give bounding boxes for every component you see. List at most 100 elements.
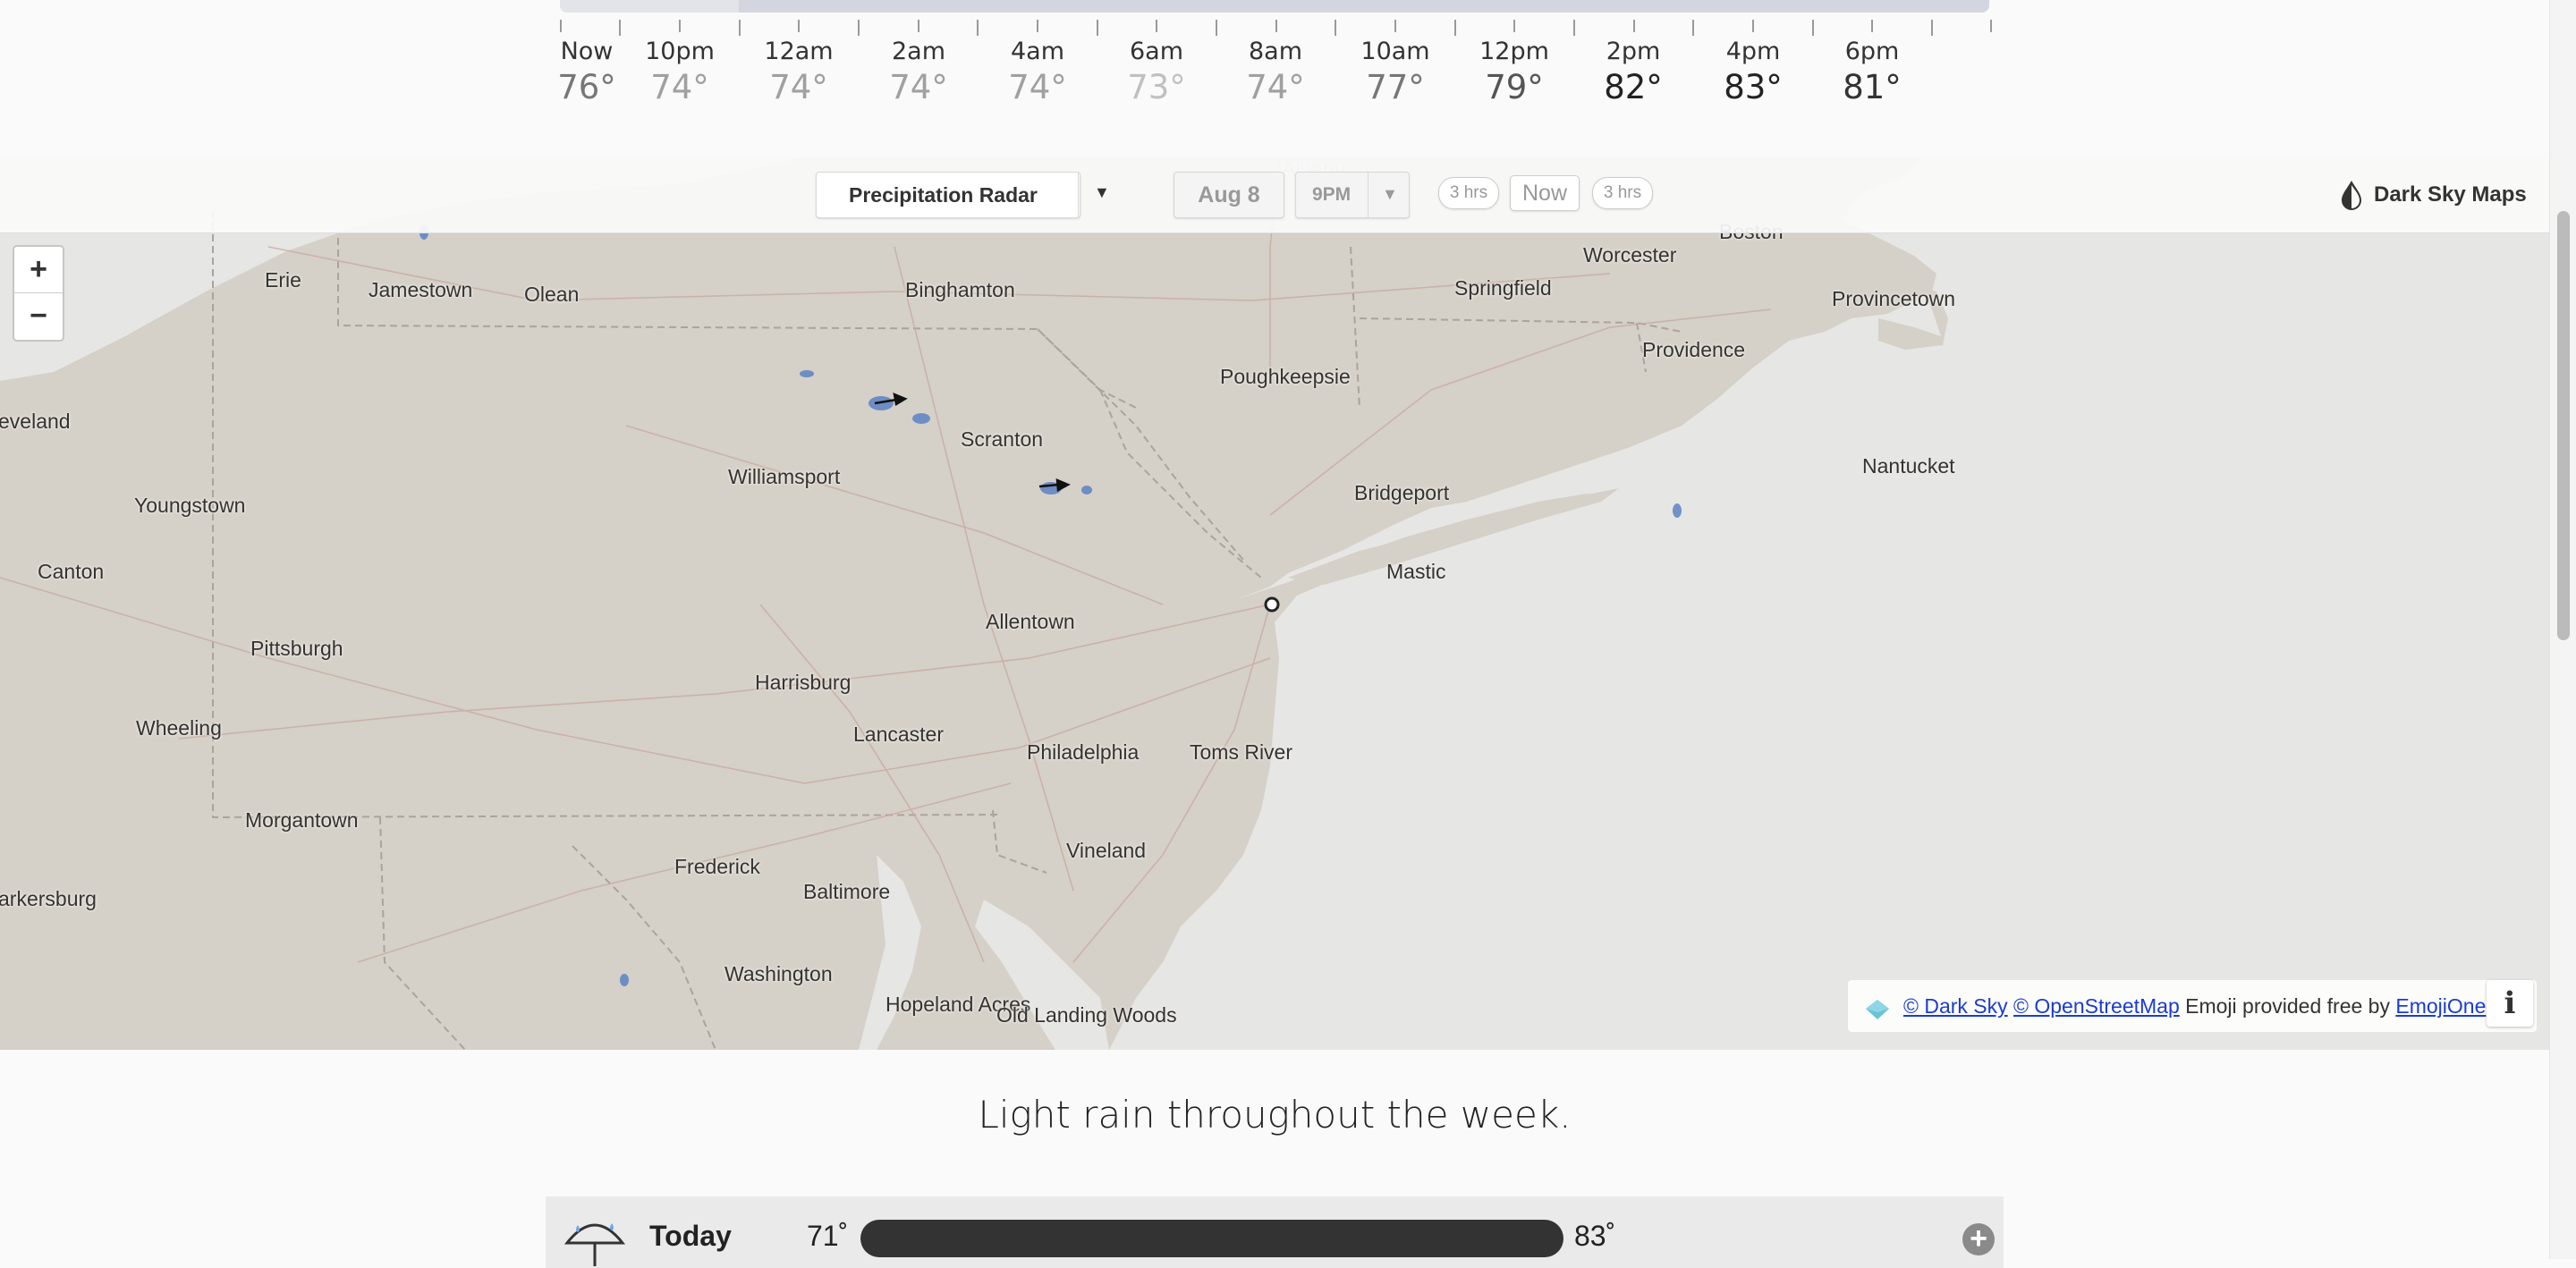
day-high-temp: 83˚ — [1574, 1220, 1616, 1252]
timeline-tick — [619, 20, 621, 36]
hour-temperature: 74° — [769, 68, 828, 106]
timeline-tick — [918, 20, 919, 32]
city-label: Pittsburgh — [250, 637, 343, 660]
scrollbar-thumb[interactable] — [2557, 211, 2570, 640]
hour-temperature: 74° — [889, 68, 948, 106]
timeline-tick — [1097, 20, 1098, 36]
timeline-tick — [1513, 20, 1515, 32]
hour-label: 10am — [1360, 38, 1430, 65]
date-button[interactable]: Aug 8 — [1174, 172, 1284, 218]
hour-temperature: 74° — [1008, 68, 1067, 106]
layer-select-divider — [1078, 173, 1079, 217]
map-toolbar: Precipitation Radar ▼ Aug 8 9PM ▼ 3 hrs … — [0, 157, 2576, 233]
layer-select[interactable]: Precipitation Radar ▼ — [816, 172, 1110, 218]
timeline-tick — [1931, 20, 1933, 36]
hour-label: 2am — [891, 38, 946, 65]
layer-select-label: Precipitation Radar — [849, 183, 1038, 207]
hour-column: 10am 77° — [1333, 36, 1458, 107]
timeline-tick — [1573, 20, 1575, 36]
hour-label: 4am — [1010, 38, 1065, 65]
timeline-tick — [679, 20, 681, 32]
openstreetmap-link[interactable]: © OpenStreetMap — [2013, 994, 2180, 1018]
timeline-tick — [977, 20, 979, 36]
timeline-tick — [1990, 20, 1992, 32]
timeline-tick — [1394, 20, 1396, 32]
city-label: Lancaster — [853, 723, 945, 746]
timeline-tick — [739, 20, 741, 36]
hour-temperature: 77° — [1366, 68, 1425, 106]
timeline-tick — [1692, 20, 1694, 36]
step-back-button[interactable]: 3 hrs — [1438, 177, 1499, 209]
hour-label: 6pm — [1844, 38, 1900, 65]
city-label: Providence — [1642, 338, 1746, 361]
city-label: Youngstown — [134, 494, 246, 517]
hour-temperature: 81° — [1843, 68, 1902, 106]
brand-label: Dark Sky Maps — [2374, 182, 2527, 207]
expand-plus-icon[interactable]: + — [1962, 1223, 1995, 1255]
rain-umbrella-icon — [564, 1223, 626, 1266]
dropdown-arrow-icon[interactable]: ▼ — [1094, 183, 1110, 202]
timeline-tick — [1216, 20, 1217, 36]
city-label: Jamestown — [369, 278, 473, 301]
hour-label: 12am — [764, 38, 834, 65]
emojione-link[interactable]: EmojiOne — [2395, 994, 2486, 1018]
attribution-text: © Dark Sky © OpenStreetMap Emoji provide… — [1903, 994, 2486, 1019]
timeline-tick — [1812, 20, 1814, 36]
city-label: Bridgeport — [1354, 481, 1450, 504]
layers-icon — [1866, 1000, 1889, 1019]
day-name: Today — [649, 1220, 732, 1252]
time-select[interactable]: 9PM ▼ — [1295, 172, 1410, 218]
step-forward-button[interactable]: 3 hrs — [1592, 177, 1653, 209]
city-label: Mastic — [1386, 560, 1446, 583]
dark-sky-maps-link[interactable]: Dark Sky Maps — [2340, 177, 2527, 213]
zoom-out-button[interactable]: − — [14, 293, 63, 339]
hour-temperature: 74° — [1246, 68, 1305, 106]
dropdown-arrow-icon[interactable]: ▼ — [1382, 185, 1398, 204]
hour-temperature: 73° — [1127, 68, 1186, 106]
timeline-tick — [1633, 20, 1635, 32]
timeline-tick — [1752, 20, 1754, 32]
location-marker — [1264, 596, 1280, 613]
hourly-timeline: Now 76° 10pm 74° 12am 74° 2am 74° 4am 74° 6am 73° 8a… — [0, 0, 2576, 157]
timeline-tick — [858, 20, 860, 36]
temperature-range-bar — [860, 1220, 1563, 1257]
timeline-tick — [1156, 20, 1157, 32]
city-label: Old Landing Woods — [996, 1003, 1177, 1027]
dark-sky-link[interactable]: © Dark Sky — [1903, 994, 2008, 1018]
week-summary: Light rain throughout the week. — [978, 1093, 1572, 1137]
timeline-ticks — [560, 20, 1992, 36]
city-label: Vineland — [1066, 839, 1147, 862]
timeline-tick — [560, 20, 562, 32]
city-label: Erie — [265, 268, 301, 292]
daily-row-today[interactable]: Today 71˚ 83˚ + — [546, 1196, 2004, 1268]
city-label: Frederick — [674, 855, 760, 878]
city-label: Allentown — [986, 610, 1075, 633]
time-select-label: 9PM — [1312, 184, 1352, 205]
city-label: Canton — [38, 560, 105, 583]
hour-temperature: 74° — [650, 68, 709, 106]
timeline-tick — [1454, 20, 1456, 36]
radar-map[interactable]: AlbanyErieJamestownOleanBinghamtonWorces… — [0, 157, 2576, 1050]
city-label: Springfield — [1454, 276, 1552, 300]
city-label: Worcester — [1583, 243, 1677, 266]
hour-column: 2pm 82° — [1571, 36, 1696, 107]
hour-column: 6am 73° — [1094, 36, 1219, 107]
city-label: Baltimore — [803, 880, 891, 903]
hour-column: 12pm 79° — [1452, 36, 1577, 107]
timeline-tick — [1335, 20, 1336, 36]
now-button[interactable]: Now — [1510, 175, 1580, 211]
hour-label: 12pm — [1479, 38, 1549, 65]
hour-column: 8am 74° — [1213, 36, 1338, 107]
city-label: eveland — [0, 410, 71, 433]
timeline-tick — [1871, 20, 1873, 32]
hour-temperature: 83° — [1724, 68, 1783, 106]
hour-column: 4pm 83° — [1690, 36, 1816, 107]
city-label: Williamsport — [728, 465, 841, 488]
page-scrollbar[interactable] — [2549, 0, 2576, 1259]
hour-column: 2am 74° — [856, 36, 981, 107]
zoom-in-button[interactable]: + — [14, 247, 63, 293]
info-button[interactable]: i — [2487, 980, 2533, 1027]
timeline-tick — [1275, 20, 1277, 32]
hour-temperature: 82° — [1604, 68, 1663, 106]
timeline-bar[interactable] — [560, 0, 1989, 13]
